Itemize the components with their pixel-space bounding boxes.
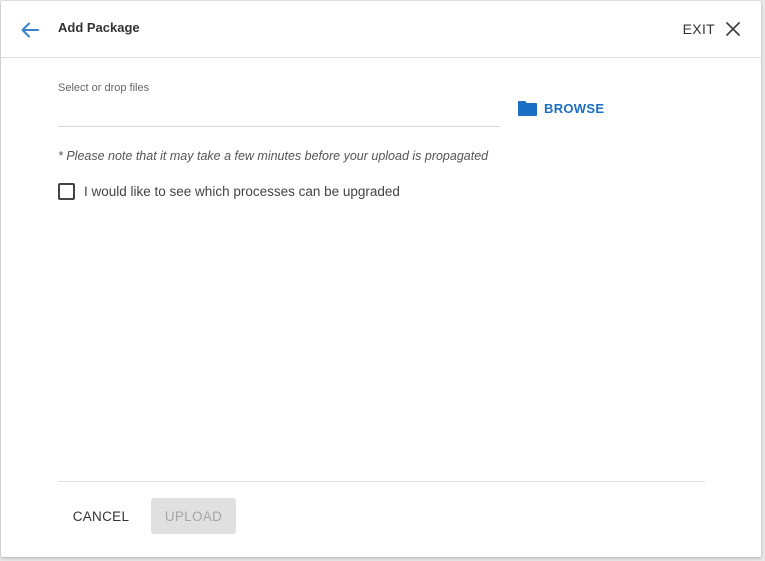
propagation-note: * Please note that it may take a few min… bbox=[58, 149, 489, 163]
browse-label: BROWSE bbox=[544, 100, 605, 116]
upload-button[interactable]: UPLOAD bbox=[151, 498, 236, 534]
file-field-label: Select or drop files bbox=[58, 82, 150, 94]
exit-label: EXIT bbox=[682, 21, 715, 37]
upgrade-processes-label: I would like to see which processes can … bbox=[84, 184, 400, 199]
add-package-dialog: Add Package EXIT Select or drop files BR… bbox=[1, 1, 761, 557]
close-icon bbox=[726, 22, 740, 36]
browse-button[interactable]: BROWSE bbox=[517, 97, 604, 119]
file-drop-input[interactable] bbox=[58, 101, 500, 127]
dialog-title: Add Package bbox=[58, 20, 140, 35]
exit-button[interactable]: EXIT bbox=[683, 15, 741, 43]
cancel-button[interactable]: CANCEL bbox=[61, 498, 141, 534]
upgrade-processes-checkbox[interactable] bbox=[58, 183, 75, 200]
arrow-left-icon bbox=[21, 22, 39, 38]
footer-divider bbox=[58, 481, 705, 482]
back-button[interactable] bbox=[17, 17, 43, 43]
folder-icon bbox=[518, 101, 537, 116]
upgrade-processes-option[interactable]: I would like to see which processes can … bbox=[58, 183, 400, 200]
dialog-header: Add Package EXIT bbox=[1, 1, 761, 58]
